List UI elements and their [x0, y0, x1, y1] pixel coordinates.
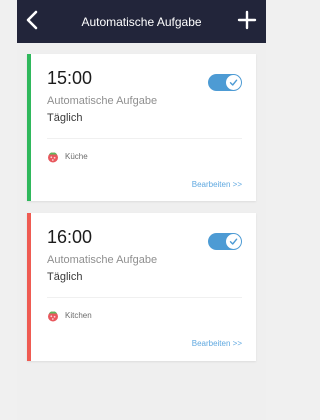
task-card: 15:00 Automatische Aufgabe Täglich Küche…: [27, 54, 256, 201]
check-icon: [229, 79, 238, 86]
task-enable-toggle[interactable]: [208, 233, 242, 250]
page-title: Automatische Aufgabe: [81, 15, 202, 29]
task-room: Kitchen: [65, 311, 92, 320]
edit-link[interactable]: Bearbeiten >>: [192, 339, 242, 348]
check-icon: [229, 238, 238, 245]
task-color-stripe: [27, 54, 31, 201]
phone-screen: Automatische Aufgabe 15:00 Automatische …: [17, 0, 266, 420]
task-name: Automatische Aufgabe: [47, 254, 158, 266]
card-divider: [47, 297, 242, 298]
task-room: Küche: [65, 152, 88, 161]
task-enable-toggle[interactable]: [208, 74, 242, 91]
task-color-stripe: [27, 213, 31, 361]
toggle-knob: [226, 75, 241, 90]
room-icon: [48, 311, 58, 322]
task-name: Automatische Aufgabe: [47, 95, 158, 107]
task-time: 15:00: [47, 68, 93, 88]
edit-link[interactable]: Bearbeiten >>: [192, 180, 242, 189]
room-icon: [48, 152, 58, 163]
task-time: 16:00: [47, 227, 93, 247]
task-card: 16:00 Automatische Aufgabe Täglich Kitch…: [27, 213, 256, 361]
card-divider: [47, 138, 242, 139]
add-icon[interactable]: [236, 9, 258, 31]
task-frequency: Täglich: [47, 112, 83, 124]
toggle-knob: [226, 234, 241, 249]
app-header: Automatische Aufgabe: [17, 0, 266, 43]
task-frequency: Täglich: [47, 271, 83, 283]
